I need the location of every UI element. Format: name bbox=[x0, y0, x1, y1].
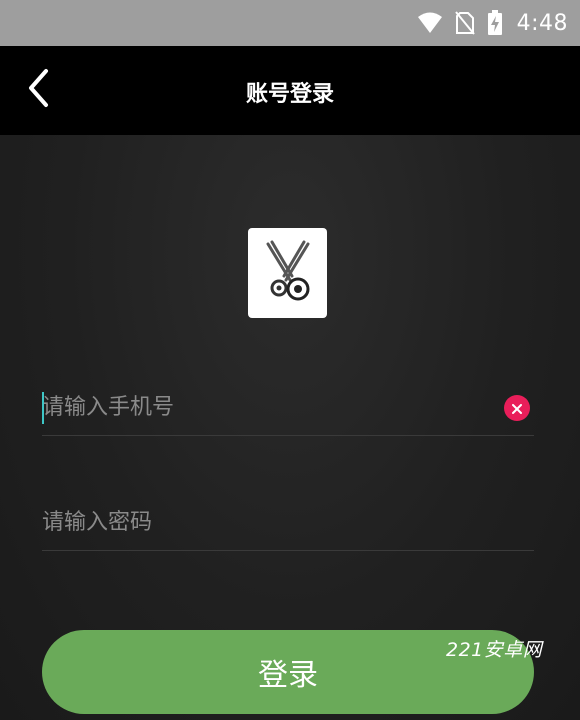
login-content: 登录 221安卓网 bbox=[0, 135, 580, 720]
password-input[interactable] bbox=[42, 502, 482, 543]
password-field bbox=[42, 495, 534, 551]
status-time: 4:48 bbox=[516, 10, 568, 36]
scissors-icon bbox=[260, 238, 316, 308]
wifi-icon bbox=[417, 12, 443, 34]
watermark: 221安卓网 bbox=[446, 639, 543, 661]
app-logo bbox=[248, 228, 327, 318]
phone-field bbox=[42, 380, 534, 436]
page-title: 账号登录 bbox=[245, 82, 334, 107]
nav-bar: 账号登录 bbox=[0, 46, 580, 135]
battery-charging-icon bbox=[487, 10, 503, 36]
clear-phone-button[interactable] bbox=[504, 395, 530, 421]
clear-x-icon bbox=[512, 399, 522, 418]
no-sim-icon bbox=[454, 11, 475, 35]
text-cursor bbox=[42, 392, 44, 424]
status-bar: 4:48 bbox=[0, 0, 580, 46]
phone-input[interactable] bbox=[42, 387, 482, 428]
